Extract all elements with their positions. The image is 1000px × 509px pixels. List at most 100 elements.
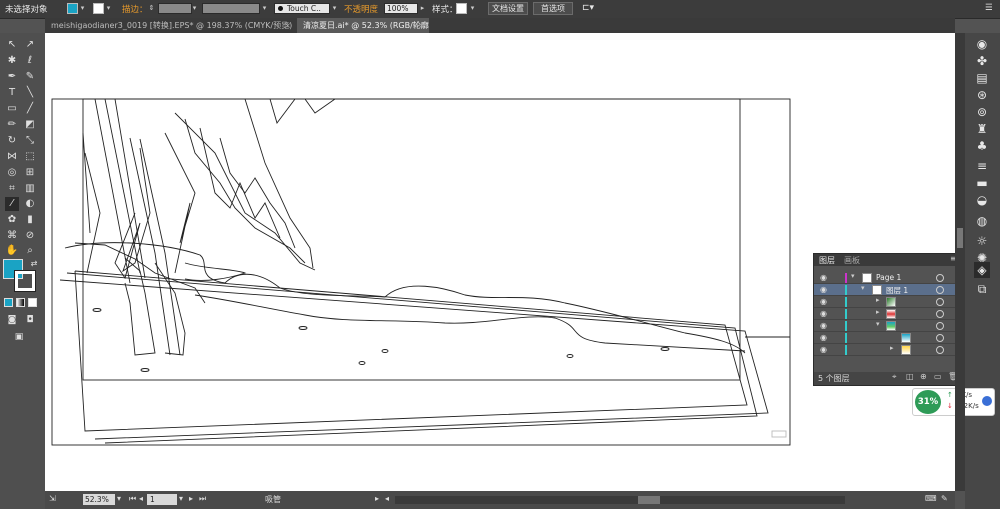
- stroke-stepper-icon[interactable]: ⇕: [148, 3, 155, 14]
- stroke-dropdown-icon[interactable]: ▾: [105, 3, 112, 14]
- visibility-eye-icon[interactable]: ◉: [820, 285, 827, 294]
- rotate-tool-icon[interactable]: ↻: [5, 134, 19, 148]
- export-icon[interactable]: ⇲: [49, 494, 56, 503]
- tab-ai-document[interactable]: 清凉夏日.ai* @ 52.3% (RGB/轮廓) ×: [297, 18, 429, 33]
- new-sublayer-icon[interactable]: ⊕: [920, 372, 927, 381]
- target-icon[interactable]: [936, 334, 944, 342]
- brush-field[interactable]: Touch C..: [274, 3, 330, 14]
- variable-width-field[interactable]: [202, 3, 260, 14]
- swatches-icon[interactable]: ♣: [974, 138, 990, 154]
- opacity-label[interactable]: 不透明度: [344, 3, 378, 15]
- opacity-field[interactable]: 100%: [384, 3, 418, 14]
- navigator-icon[interactable]: ⊛: [974, 87, 990, 103]
- artboard-tool-icon[interactable]: ⌘: [5, 229, 19, 243]
- layer-row-sublayer[interactable]: ◉ ▸: [814, 308, 956, 320]
- scrollbar-thumb[interactable]: [638, 496, 660, 504]
- artboard-dropdown-icon[interactable]: ▾: [179, 494, 183, 503]
- chevron-right-icon[interactable]: ▸: [876, 296, 880, 304]
- target-icon[interactable]: [936, 322, 944, 330]
- zoom-tool-icon[interactable]: ⌕: [23, 244, 37, 258]
- shape-builder-tool-icon[interactable]: ◎: [5, 166, 19, 180]
- screen-mode-icon[interactable]: ▣: [12, 330, 26, 344]
- layer-row-sublayer[interactable]: ◉ ▾: [814, 320, 956, 332]
- layer-row-sublayer[interactable]: ◉ ▸: [814, 296, 956, 308]
- layer-row-layer1[interactable]: ◉ ▾ 图层 1: [814, 284, 956, 296]
- chevron-right-icon[interactable]: ▸: [890, 344, 894, 352]
- panel-menu-icon[interactable]: ☰: [985, 3, 993, 13]
- stroke-weight-field[interactable]: [158, 3, 192, 14]
- visibility-eye-icon[interactable]: ◉: [820, 273, 827, 282]
- gradient-mode-icon[interactable]: [16, 298, 25, 307]
- symbol-sprayer-tool-icon[interactable]: ✿: [5, 213, 19, 227]
- stroke-swatch[interactable]: [93, 3, 104, 14]
- line-tool-icon[interactable]: ╲: [23, 86, 37, 100]
- brushes-icon[interactable]: ♜: [974, 121, 990, 137]
- target-icon[interactable]: [936, 286, 944, 294]
- style-swatch[interactable]: [456, 3, 467, 14]
- artboards-panel-icon[interactable]: ⧉: [974, 281, 990, 297]
- network-speed-widget[interactable]: 31% ↑ 0K/s ↓ 4.2K/s: [912, 388, 995, 416]
- preferences-button[interactable]: 首选项: [533, 2, 573, 15]
- chevron-down-icon[interactable]: ▾: [861, 284, 865, 292]
- target-icon[interactable]: [936, 274, 944, 282]
- layer-row-sublayer[interactable]: ◉ ▸: [814, 344, 956, 356]
- curvature-tool-icon[interactable]: ✎: [23, 70, 37, 84]
- fill-swatch[interactable]: [67, 3, 78, 14]
- clipping-mask-icon[interactable]: ◫: [906, 372, 914, 381]
- slice-tool-icon[interactable]: ⊘: [23, 229, 37, 243]
- scrollbar-thumb[interactable]: [957, 228, 963, 248]
- gradient-tool-icon[interactable]: ▥: [23, 182, 37, 196]
- visibility-eye-icon[interactable]: ◉: [820, 309, 827, 318]
- target-icon[interactable]: [936, 346, 944, 354]
- zoom-dropdown-icon[interactable]: ▾: [117, 494, 121, 503]
- perspective-grid-tool-icon[interactable]: ⊞: [23, 166, 37, 180]
- draw-normal-icon[interactable]: ◙: [5, 313, 19, 327]
- visibility-eye-icon[interactable]: ◉: [820, 321, 827, 330]
- visibility-eye-icon[interactable]: ◉: [820, 345, 827, 354]
- hand-tool-icon[interactable]: ✋: [5, 244, 19, 258]
- first-artboard-icon[interactable]: ⏮: [129, 494, 136, 504]
- swap-colors-icon[interactable]: ⇄: [27, 257, 41, 271]
- new-layer-icon[interactable]: ▭: [934, 372, 942, 381]
- variable-width-dropdown-icon[interactable]: ▾: [261, 3, 268, 14]
- status-menu-icon[interactable]: ▸: [375, 494, 379, 503]
- mesh-tool-icon[interactable]: ⌗: [5, 182, 19, 196]
- transparency-icon[interactable]: ◒: [974, 192, 990, 208]
- free-transform-tool-icon[interactable]: ⬚: [23, 150, 37, 164]
- appearance-icon[interactable]: ◉: [974, 36, 990, 52]
- symbols-icon[interactable]: ✤: [974, 53, 990, 69]
- graphic-styles-icon[interactable]: ▤: [974, 70, 990, 86]
- layers-panel-icon[interactable]: ◈: [974, 262, 990, 278]
- last-artboard-icon[interactable]: ⏭: [199, 494, 206, 504]
- stroke-panel-icon[interactable]: ≡: [974, 158, 990, 174]
- close-icon[interactable]: ×: [284, 18, 291, 33]
- scroll-left-icon[interactable]: ◂: [385, 494, 389, 503]
- color-mode-icon[interactable]: [4, 298, 13, 307]
- gradient-panel-icon[interactable]: ▬: [974, 175, 990, 191]
- opacity-dropdown-icon[interactable]: ▸: [419, 3, 426, 14]
- locate-object-icon[interactable]: ⌖: [892, 372, 897, 382]
- layer-row-sublayer[interactable]: ◉: [814, 332, 956, 344]
- previous-artboard-icon[interactable]: ◂: [139, 494, 143, 503]
- lasso-tool-icon[interactable]: ℓ: [23, 54, 37, 68]
- arrange-icon[interactable]: ⊏▾: [582, 3, 594, 13]
- visibility-eye-icon[interactable]: ◉: [820, 333, 827, 342]
- paintbrush-tool-icon[interactable]: ╱: [23, 102, 37, 116]
- rectangle-tool-icon[interactable]: ▭: [5, 102, 19, 116]
- column-graph-tool-icon[interactable]: ▮: [23, 213, 37, 227]
- eraser-tool-icon[interactable]: ◩: [23, 118, 37, 132]
- selection-tool-icon[interactable]: ↖: [5, 38, 19, 52]
- magic-wand-tool-icon[interactable]: ✱: [5, 54, 19, 68]
- target-icon[interactable]: [936, 298, 944, 306]
- close-icon[interactable]: ×: [418, 18, 425, 33]
- horizontal-scrollbar[interactable]: [395, 496, 845, 504]
- type-tool-icon[interactable]: T: [5, 86, 19, 100]
- tab-artboards[interactable]: 画板: [844, 255, 860, 266]
- stroke-label[interactable]: 描边：: [122, 3, 148, 15]
- color-guide-icon[interactable]: ⊚: [974, 104, 990, 120]
- visibility-eye-icon[interactable]: ◉: [820, 297, 827, 306]
- none-mode-icon[interactable]: [28, 298, 37, 307]
- chevron-down-icon[interactable]: ▾: [851, 272, 855, 280]
- pencil-tool-icon[interactable]: ✏: [5, 118, 19, 132]
- boost-icon[interactable]: [982, 396, 992, 406]
